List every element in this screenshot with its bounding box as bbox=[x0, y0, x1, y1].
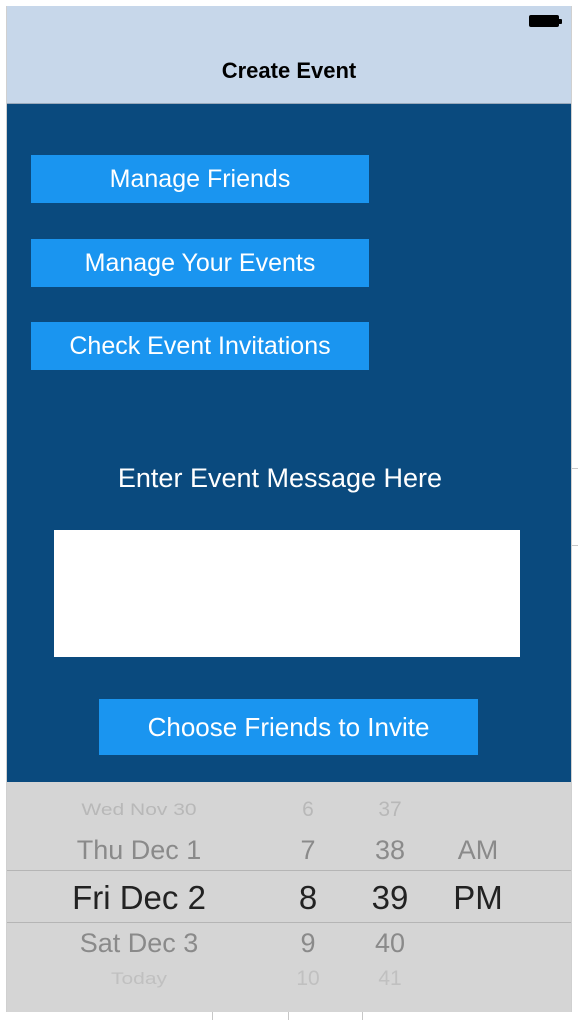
picker-row-selected[interactable]: Fri Dec 2 8 39 PM bbox=[7, 879, 571, 919]
picker-row[interactable]: Wed Nov 30 6 37 bbox=[7, 798, 571, 838]
guide-line bbox=[572, 545, 578, 546]
picker-minute: 37 bbox=[378, 798, 402, 821]
picker-ampm: AM bbox=[457, 835, 499, 865]
guide-line bbox=[288, 1012, 289, 1020]
guide-line bbox=[362, 1012, 363, 1020]
picker-hour: 9 bbox=[300, 928, 316, 958]
navigation-bar: Create Event bbox=[7, 6, 571, 104]
picker-hour: 7 bbox=[300, 835, 316, 865]
guide-line bbox=[212, 1012, 213, 1020]
picker-row[interactable]: Sat Dec 3 9 40 bbox=[7, 928, 571, 968]
phone-screen: Create Event Manage Friends Manage Your … bbox=[6, 6, 572, 1012]
picker-date: Today bbox=[110, 969, 168, 988]
guide-line bbox=[572, 468, 578, 469]
picker-minute: 39 bbox=[371, 879, 409, 916]
picker-hour: 10 bbox=[296, 967, 320, 990]
main-content: Manage Friends Manage Your Events Check … bbox=[7, 104, 571, 782]
date-time-picker[interactable]: Wed Nov 30 6 37 Thu Dec 1 7 38 AM Fri De… bbox=[7, 782, 571, 1012]
check-invitations-button[interactable]: Check Event Invitations bbox=[31, 322, 369, 370]
picker-hour: 8 bbox=[298, 879, 318, 916]
battery-full-icon bbox=[529, 15, 559, 27]
picker-date: Sat Dec 3 bbox=[79, 928, 199, 958]
page-title: Create Event bbox=[221, 58, 357, 83]
choose-friends-button[interactable]: Choose Friends to Invite bbox=[99, 699, 478, 755]
picker-date: Wed Nov 30 bbox=[81, 800, 197, 819]
picker-date: Thu Dec 1 bbox=[76, 835, 202, 865]
picker-ampm: PM bbox=[453, 879, 503, 916]
picker-minute: 40 bbox=[374, 928, 406, 958]
manage-friends-button[interactable]: Manage Friends bbox=[31, 155, 369, 203]
picker-row[interactable]: Thu Dec 1 7 38 AM bbox=[7, 835, 571, 875]
picker-date: Fri Dec 2 bbox=[72, 879, 206, 916]
event-message-input[interactable] bbox=[54, 530, 520, 657]
picker-minute: 38 bbox=[374, 835, 406, 865]
picker-minute: 41 bbox=[378, 967, 402, 990]
event-message-label: Enter Event Message Here bbox=[117, 463, 443, 493]
battery-nub bbox=[559, 19, 562, 24]
picker-selection-bottom-line bbox=[7, 922, 571, 923]
picker-hour: 6 bbox=[302, 798, 314, 821]
canvas: Create Event Manage Friends Manage Your … bbox=[0, 0, 578, 1020]
manage-events-button[interactable]: Manage Your Events bbox=[31, 239, 369, 287]
picker-row[interactable]: Today 10 41 bbox=[7, 967, 571, 1007]
